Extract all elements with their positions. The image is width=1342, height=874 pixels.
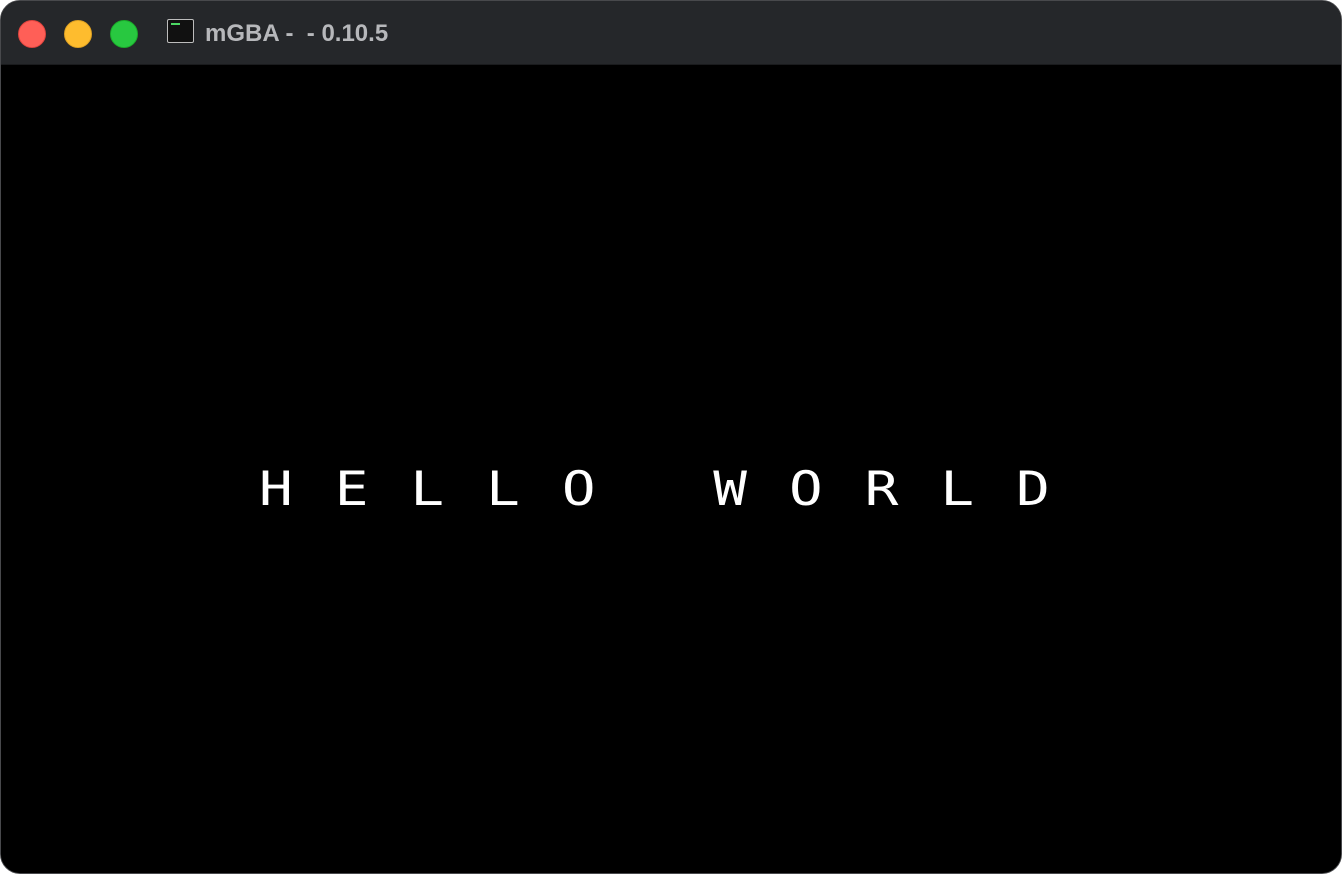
terminal-icon <box>167 19 194 43</box>
emulator-window: mGBA - - 0.10.5 HELLO WORLD <box>0 0 1342 874</box>
window-title: mGBA - - 0.10.5 <box>205 20 389 47</box>
zoom-button[interactable] <box>110 20 138 48</box>
close-button[interactable] <box>18 20 46 48</box>
title-bar[interactable]: mGBA - - 0.10.5 <box>1 1 1341 65</box>
game-screen[interactable]: HELLO WORLD <box>1 65 1341 873</box>
minimize-button[interactable] <box>64 20 92 48</box>
game-display-text: HELLO WORLD <box>259 461 1092 517</box>
